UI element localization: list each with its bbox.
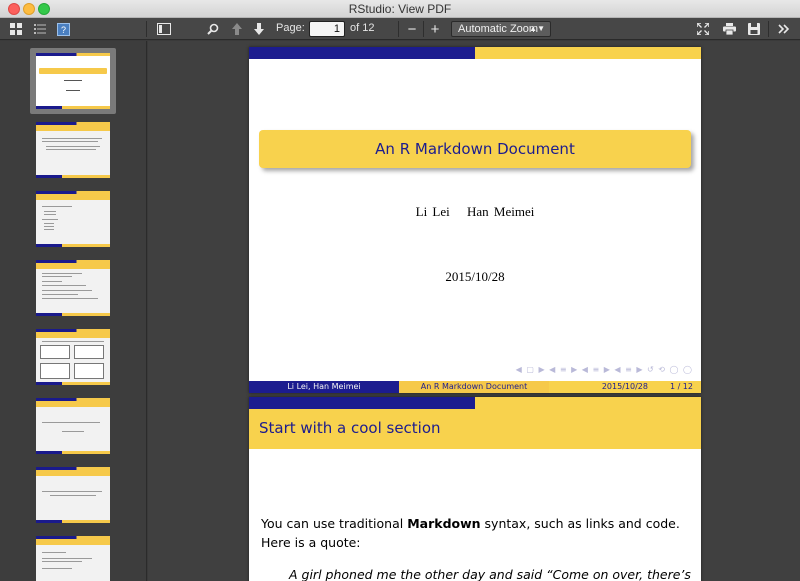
toolbar-separator: [146, 21, 147, 37]
svg-text:?: ?: [60, 25, 65, 35]
toolbar-separator: [768, 21, 769, 37]
thumbnail-page-7[interactable]: [36, 467, 110, 523]
outline-icon[interactable]: [32, 20, 48, 38]
footer-title: An R Markdown Document: [399, 381, 549, 393]
thumbnail-page-5[interactable]: [36, 329, 110, 385]
frame-title-bar: Start with a cool section: [249, 409, 701, 449]
more-tools-icon[interactable]: [776, 20, 792, 38]
frame-quote: A girl phoned me the other day and said …: [289, 567, 691, 581]
thumbnail-page-8[interactable]: [36, 536, 110, 581]
slide-date: 2015/10/28: [445, 269, 505, 284]
thumbnail-page-4[interactable]: [36, 260, 110, 316]
slide-title-box: An R Markdown Document: [259, 130, 691, 168]
prev-page-icon[interactable]: [229, 20, 245, 38]
author-2: Han Meimei: [467, 204, 535, 219]
thumbnail-sidebar: [0, 41, 147, 581]
page-number-input[interactable]: 1: [309, 21, 345, 37]
thumbnails-icon[interactable]: [8, 20, 24, 38]
pdf-page-1: An R Markdown Document Li Lei Han Meimei…: [249, 47, 701, 393]
document-viewer[interactable]: An R Markdown Document Li Lei Han Meimei…: [148, 41, 800, 581]
footer-authors: Li Lei, Han Meimei: [249, 381, 399, 393]
window-title: RStudio: View PDF: [348, 2, 452, 16]
slide-header-bar: [249, 47, 701, 59]
pdf-viewer-window: RStudio: View PDF ? Page: 1 of 12 − + Au…: [0, 0, 800, 581]
pdf-toolbar: ? Page: 1 of 12 − + Automatic Zoom ▲▼: [0, 18, 800, 40]
next-page-icon[interactable]: [251, 20, 267, 38]
attachments-icon[interactable]: ?: [55, 20, 71, 38]
toolbar-separator: [398, 21, 399, 37]
chevron-updown-icon: ▲▼: [529, 24, 545, 33]
slide-authors: Li Lei Han Meimei: [249, 204, 701, 220]
beamer-navigation-symbols[interactable]: ◀ ▢ ▶ ◀ ≡ ▶ ◀ ≡ ▶ ◀ ≡ ▶ ↺ ⟲ ◯ ◯: [516, 365, 693, 374]
author-1: Li Lei: [415, 204, 450, 219]
download-icon[interactable]: [746, 20, 762, 38]
slide-footer: Li Lei, Han Meimei An R Markdown Documen…: [249, 381, 701, 393]
thumbnail-page-1[interactable]: [36, 53, 110, 109]
footer-page-number: 1 / 12: [669, 382, 693, 391]
pdf-page-2: Start with a cool section You can use tr…: [249, 397, 701, 581]
zoom-select[interactable]: Automatic Zoom ▲▼: [451, 21, 551, 37]
frame-title: Start with a cool section: [259, 419, 441, 437]
body-text-bold: Markdown: [407, 516, 481, 531]
thumbnail-page-6[interactable]: [36, 398, 110, 454]
title-bar: RStudio: View PDF: [0, 0, 800, 18]
slide-header-bar: [249, 397, 701, 409]
toolbar-separator: [423, 21, 424, 37]
body-text-part: You can use traditional: [261, 516, 408, 531]
zoom-in-button[interactable]: +: [428, 20, 442, 38]
sidebar-toggle-icon[interactable]: [155, 20, 173, 38]
thumbnail-page-3[interactable]: [36, 191, 110, 247]
footer-date-page: 2015/10/28 1 / 12: [549, 381, 701, 393]
fullscreen-icon[interactable]: [695, 20, 711, 38]
zoom-select-value: Automatic Zoom: [458, 23, 539, 35]
page-count-label: of 12: [350, 22, 375, 34]
search-icon[interactable]: [205, 20, 221, 38]
print-icon[interactable]: [721, 20, 737, 38]
zoom-out-button[interactable]: −: [405, 20, 419, 38]
page-label: Page:: [276, 22, 305, 34]
footer-date: 2015/10/28: [601, 382, 648, 391]
thumbnail-page-2[interactable]: [36, 122, 110, 178]
slide-title: An R Markdown Document: [375, 140, 575, 158]
frame-body-text: You can use traditional Markdown syntax,…: [261, 514, 691, 552]
